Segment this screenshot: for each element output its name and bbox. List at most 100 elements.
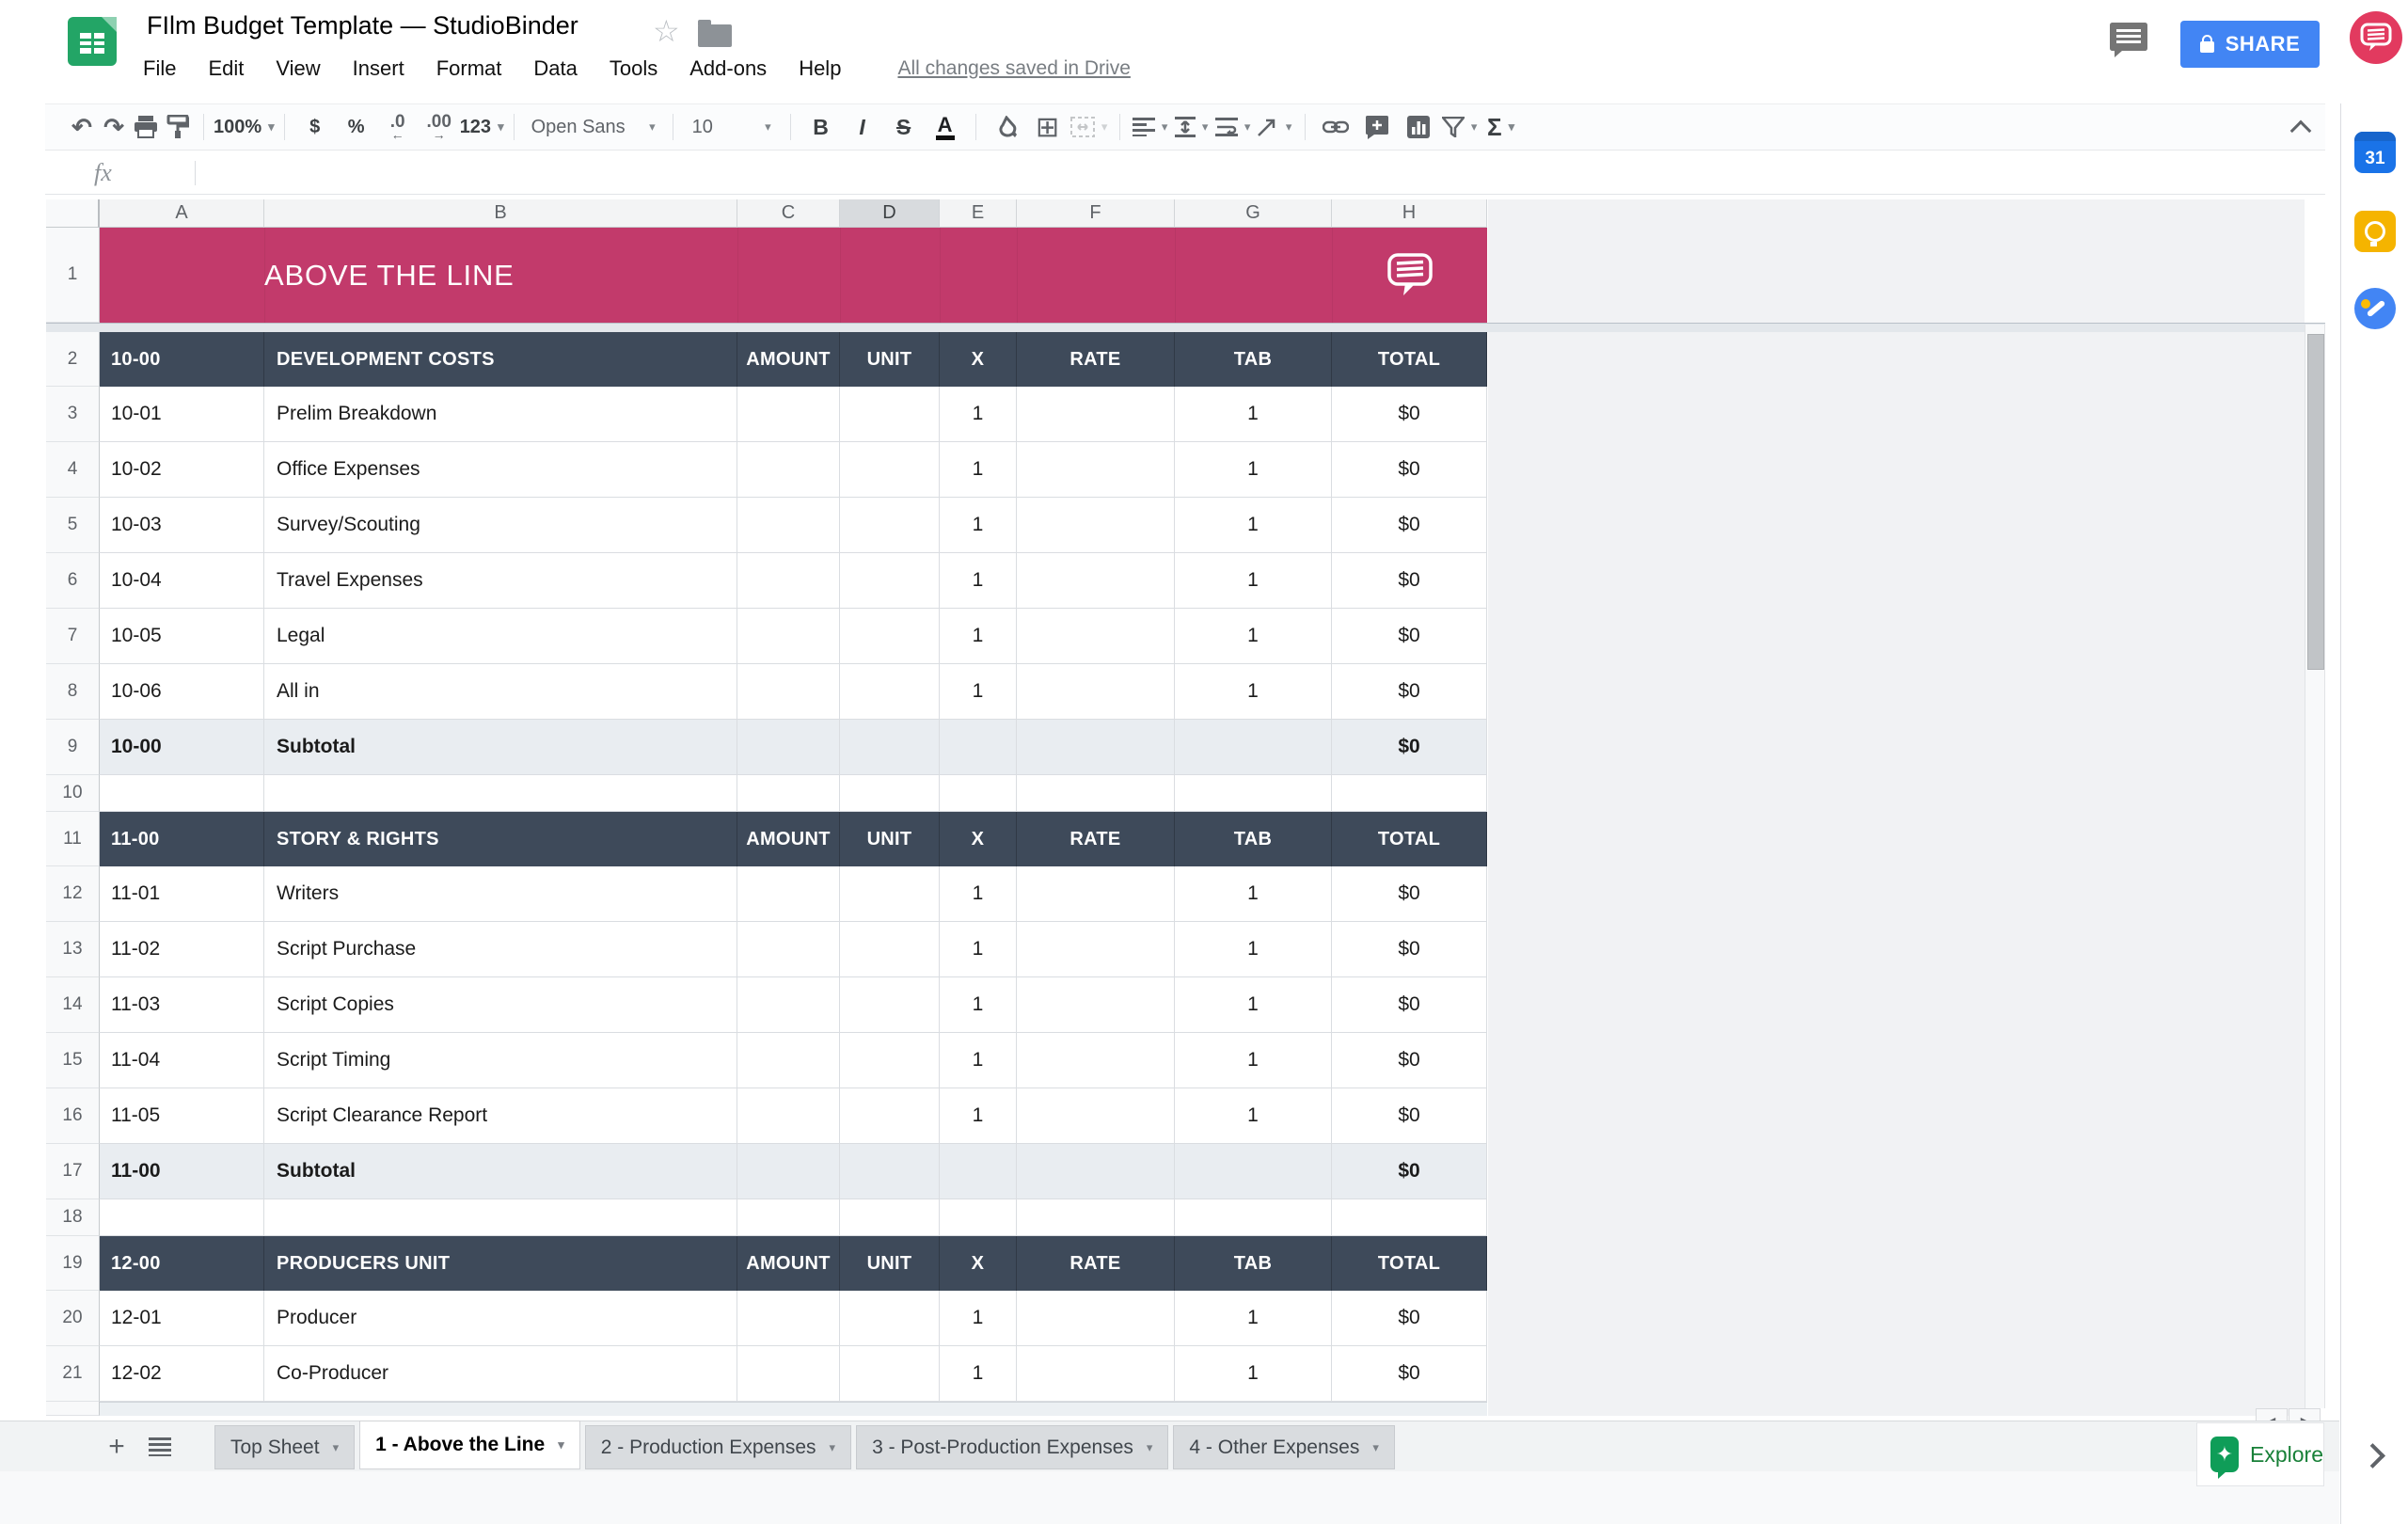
cell-H11[interactable]: TOTAL [1332, 812, 1487, 866]
cell-E3[interactable]: 1 [940, 387, 1017, 442]
cell-B2[interactable]: DEVELOPMENT COSTS [264, 332, 737, 387]
row-header-2[interactable]: 2 [46, 332, 100, 387]
cell-E4[interactable]: 1 [940, 442, 1017, 498]
decrease-decimal-button[interactable]: .0← [377, 108, 419, 146]
cell-B21[interactable]: Co-Producer [264, 1346, 737, 1402]
cell-B17[interactable]: Subtotal [264, 1144, 737, 1199]
chevron-down-icon[interactable]: ▾ [558, 1437, 564, 1453]
cell-H16[interactable]: $0 [1332, 1088, 1487, 1144]
cell-A21[interactable]: 12-02 [100, 1346, 264, 1402]
row-header-19[interactable]: 19 [46, 1236, 100, 1291]
cell-F8[interactable] [1017, 664, 1175, 720]
cell-E14[interactable]: 1 [940, 977, 1017, 1033]
banner-row[interactable]: ABOVE THE LINE [100, 228, 1487, 323]
save-status-link[interactable]: All changes saved in Drive [897, 57, 1130, 80]
cell-B8[interactable]: All in [264, 664, 737, 720]
calendar-icon[interactable]: 31 [2354, 132, 2396, 173]
cell-B3[interactable]: Prelim Breakdown [264, 387, 737, 442]
cell-H20[interactable]: $0 [1332, 1291, 1487, 1346]
cell-C19[interactable]: AMOUNT [737, 1236, 840, 1291]
borders-button[interactable]: ⊞ [1027, 108, 1069, 146]
cell-D17[interactable] [840, 1144, 940, 1199]
row-header-5[interactable]: 5 [46, 498, 100, 553]
cell-E5[interactable]: 1 [940, 498, 1017, 553]
bold-button[interactable]: B [800, 108, 842, 146]
cell-F16[interactable] [1017, 1088, 1175, 1144]
row-header-14[interactable]: 14 [46, 977, 100, 1033]
row-header-16[interactable]: 16 [46, 1088, 100, 1144]
keep-icon[interactable] [2354, 211, 2396, 252]
row-header-3[interactable]: 3 [46, 387, 100, 442]
cell-G9[interactable] [1175, 720, 1332, 775]
cell-E20[interactable]: 1 [940, 1291, 1017, 1346]
cell-E10[interactable] [940, 775, 1017, 812]
cell-C3[interactable] [737, 387, 840, 442]
insert-chart-button[interactable] [1398, 108, 1439, 146]
cell-B6[interactable]: Travel Expenses [264, 553, 737, 609]
cell-A9[interactable]: 10-00 [100, 720, 264, 775]
menu-format[interactable]: Format [436, 56, 502, 81]
cell-A2[interactable]: 10-00 [100, 332, 264, 387]
merge-cells-button[interactable]: ▾ [1069, 108, 1110, 146]
cell-D4[interactable] [840, 442, 940, 498]
vertical-scrollbar-thumb[interactable] [2307, 334, 2324, 670]
cell-A12[interactable]: 11-01 [100, 866, 264, 922]
studiobinder-avatar[interactable] [2350, 11, 2402, 64]
insert-link-button[interactable] [1315, 108, 1356, 146]
vertical-align-button[interactable]: ▾ [1171, 108, 1212, 146]
cell-C2[interactable]: AMOUNT [737, 332, 840, 387]
cell-G11[interactable]: TAB [1175, 812, 1332, 866]
row-header-9[interactable]: 9 [46, 720, 100, 775]
cell-C9[interactable] [737, 720, 840, 775]
cell-A6[interactable]: 10-04 [100, 553, 264, 609]
cell-E9[interactable] [940, 720, 1017, 775]
sheets-logo-icon[interactable] [68, 17, 117, 66]
row-header-12[interactable]: 12 [46, 866, 100, 922]
cell-C8[interactable] [737, 664, 840, 720]
cell-C16[interactable] [737, 1088, 840, 1144]
cell-D2[interactable]: UNIT [840, 332, 940, 387]
menu-file[interactable]: File [143, 56, 176, 81]
row-header-13[interactable]: 13 [46, 922, 100, 977]
cell-H12[interactable]: $0 [1332, 866, 1487, 922]
sheet-tab-5[interactable]: 4 - Other Expenses▾ [1173, 1425, 1394, 1469]
row-header-20[interactable]: 20 [46, 1291, 100, 1346]
frozen-row-divider[interactable] [46, 323, 2325, 332]
menu-tools[interactable]: Tools [610, 56, 657, 81]
cell-E8[interactable]: 1 [940, 664, 1017, 720]
chevron-down-icon[interactable]: ▾ [333, 1440, 340, 1455]
cell-H3[interactable]: $0 [1332, 387, 1487, 442]
cell-B14[interactable]: Script Copies [264, 977, 737, 1033]
cell-H21[interactable]: $0 [1332, 1346, 1487, 1402]
cell-F14[interactable] [1017, 977, 1175, 1033]
cell-H18[interactable] [1332, 1199, 1487, 1236]
cell-F10[interactable] [1017, 775, 1175, 812]
column-header-C[interactable]: C [737, 199, 840, 228]
cell-D12[interactable] [840, 866, 940, 922]
cell-E13[interactable]: 1 [940, 922, 1017, 977]
cell-D20[interactable] [840, 1291, 940, 1346]
tasks-icon[interactable] [2354, 288, 2396, 329]
cell-D21[interactable] [840, 1346, 940, 1402]
cell-B4[interactable]: Office Expenses [264, 442, 737, 498]
text-rotation-button[interactable]: ▾ [1254, 108, 1295, 146]
sheet-tab-2[interactable]: 1 - Above the Line▾ [359, 1421, 580, 1469]
row-header-21[interactable]: 21 [46, 1346, 100, 1402]
horizontal-align-button[interactable]: ▾ [1130, 108, 1171, 146]
sheet-tab-1[interactable]: Top Sheet▾ [214, 1425, 355, 1469]
cell-G17[interactable] [1175, 1144, 1332, 1199]
functions-button[interactable]: Σ▾ [1481, 108, 1522, 146]
cell-E16[interactable]: 1 [940, 1088, 1017, 1144]
cell-C17[interactable] [737, 1144, 840, 1199]
cell-G18[interactable] [1175, 1199, 1332, 1236]
cell-F11[interactable]: RATE [1017, 812, 1175, 866]
cell-D7[interactable] [840, 609, 940, 664]
cell-F5[interactable] [1017, 498, 1175, 553]
cell-F4[interactable] [1017, 442, 1175, 498]
add-sheet-button[interactable]: + [98, 1428, 135, 1466]
cell-H9[interactable]: $0 [1332, 720, 1487, 775]
row-header-18[interactable]: 18 [46, 1199, 100, 1236]
italic-button[interactable]: I [842, 108, 883, 146]
font-select[interactable]: Open Sans▾ [524, 108, 663, 146]
filter-button[interactable]: ▾ [1439, 108, 1481, 146]
